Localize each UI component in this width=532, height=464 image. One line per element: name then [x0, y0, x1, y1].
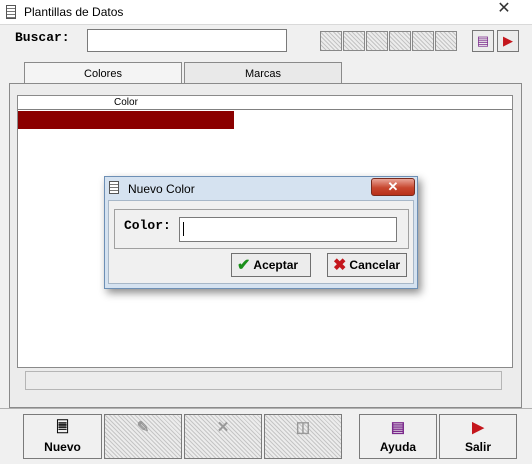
exit-door-icon: ▶: [472, 419, 484, 436]
color-field-input[interactable]: [179, 217, 397, 242]
cancel-x-icon: ✖: [333, 257, 347, 274]
new-document-icon: 🗏: [56, 419, 69, 436]
tab-marcas[interactable]: Marcas: [184, 62, 342, 84]
accept-button[interactable]: ✔ Aceptar: [231, 253, 311, 277]
exit-button-label: Salir: [464, 440, 491, 454]
nav-first-button[interactable]: [320, 31, 342, 51]
search-input[interactable]: [87, 29, 287, 52]
help-bottom-button[interactable]: ▤ Ayuda: [359, 414, 437, 459]
checkmark-icon: ✔: [237, 257, 251, 274]
window-close-button[interactable]: ✕: [484, 0, 524, 18]
bottom-separator: [0, 408, 532, 409]
color-field-label: Color:: [124, 218, 171, 233]
save-button[interactable]: ◫: [264, 414, 342, 459]
book-icon: ▤: [476, 33, 490, 48]
nav-add-button[interactable]: [412, 31, 434, 51]
delete-icon: ✕: [216, 419, 230, 436]
exit-bottom-button[interactable]: ▶ Salir: [439, 414, 517, 459]
save-icon: ◫: [295, 419, 311, 436]
selected-table-row[interactable]: [18, 111, 234, 129]
new-button-label: Nuevo: [44, 440, 81, 454]
tab-colores[interactable]: Colores: [24, 62, 182, 84]
book-icon: ▤: [390, 419, 406, 436]
column-header-color[interactable]: Color: [114, 96, 138, 110]
help-button[interactable]: ▤: [472, 30, 494, 52]
edit-icon: ✎: [136, 419, 150, 436]
app-table-icon: [6, 5, 16, 19]
new-button[interactable]: 🗏 Nuevo: [23, 414, 102, 459]
delete-button[interactable]: ✕: [184, 414, 262, 459]
exit-button[interactable]: ▶: [497, 30, 519, 52]
dialog-close-button[interactable]: ✕: [371, 178, 415, 196]
accept-label: Aceptar: [253, 258, 299, 272]
dialog-title: Nuevo Color: [128, 182, 195, 196]
edit-button[interactable]: ✎: [104, 414, 182, 459]
dialog-table-icon: [109, 181, 119, 194]
window-title: Plantillas de Datos: [24, 5, 124, 19]
exit-door-icon: ▶: [503, 33, 513, 48]
search-label: Buscar:: [15, 30, 70, 45]
cancel-label: Cancelar: [349, 258, 401, 272]
grid-header: [18, 96, 512, 110]
nav-next-button[interactable]: [366, 31, 388, 51]
nav-delete-button[interactable]: [435, 31, 457, 51]
nav-last-button[interactable]: [389, 31, 411, 51]
help-button-label: Ayuda: [379, 440, 417, 454]
status-bar: [25, 371, 502, 390]
cancel-button[interactable]: ✖ Cancelar: [327, 253, 407, 277]
nav-prev-button[interactable]: [343, 31, 365, 51]
text-caret: [183, 222, 184, 236]
